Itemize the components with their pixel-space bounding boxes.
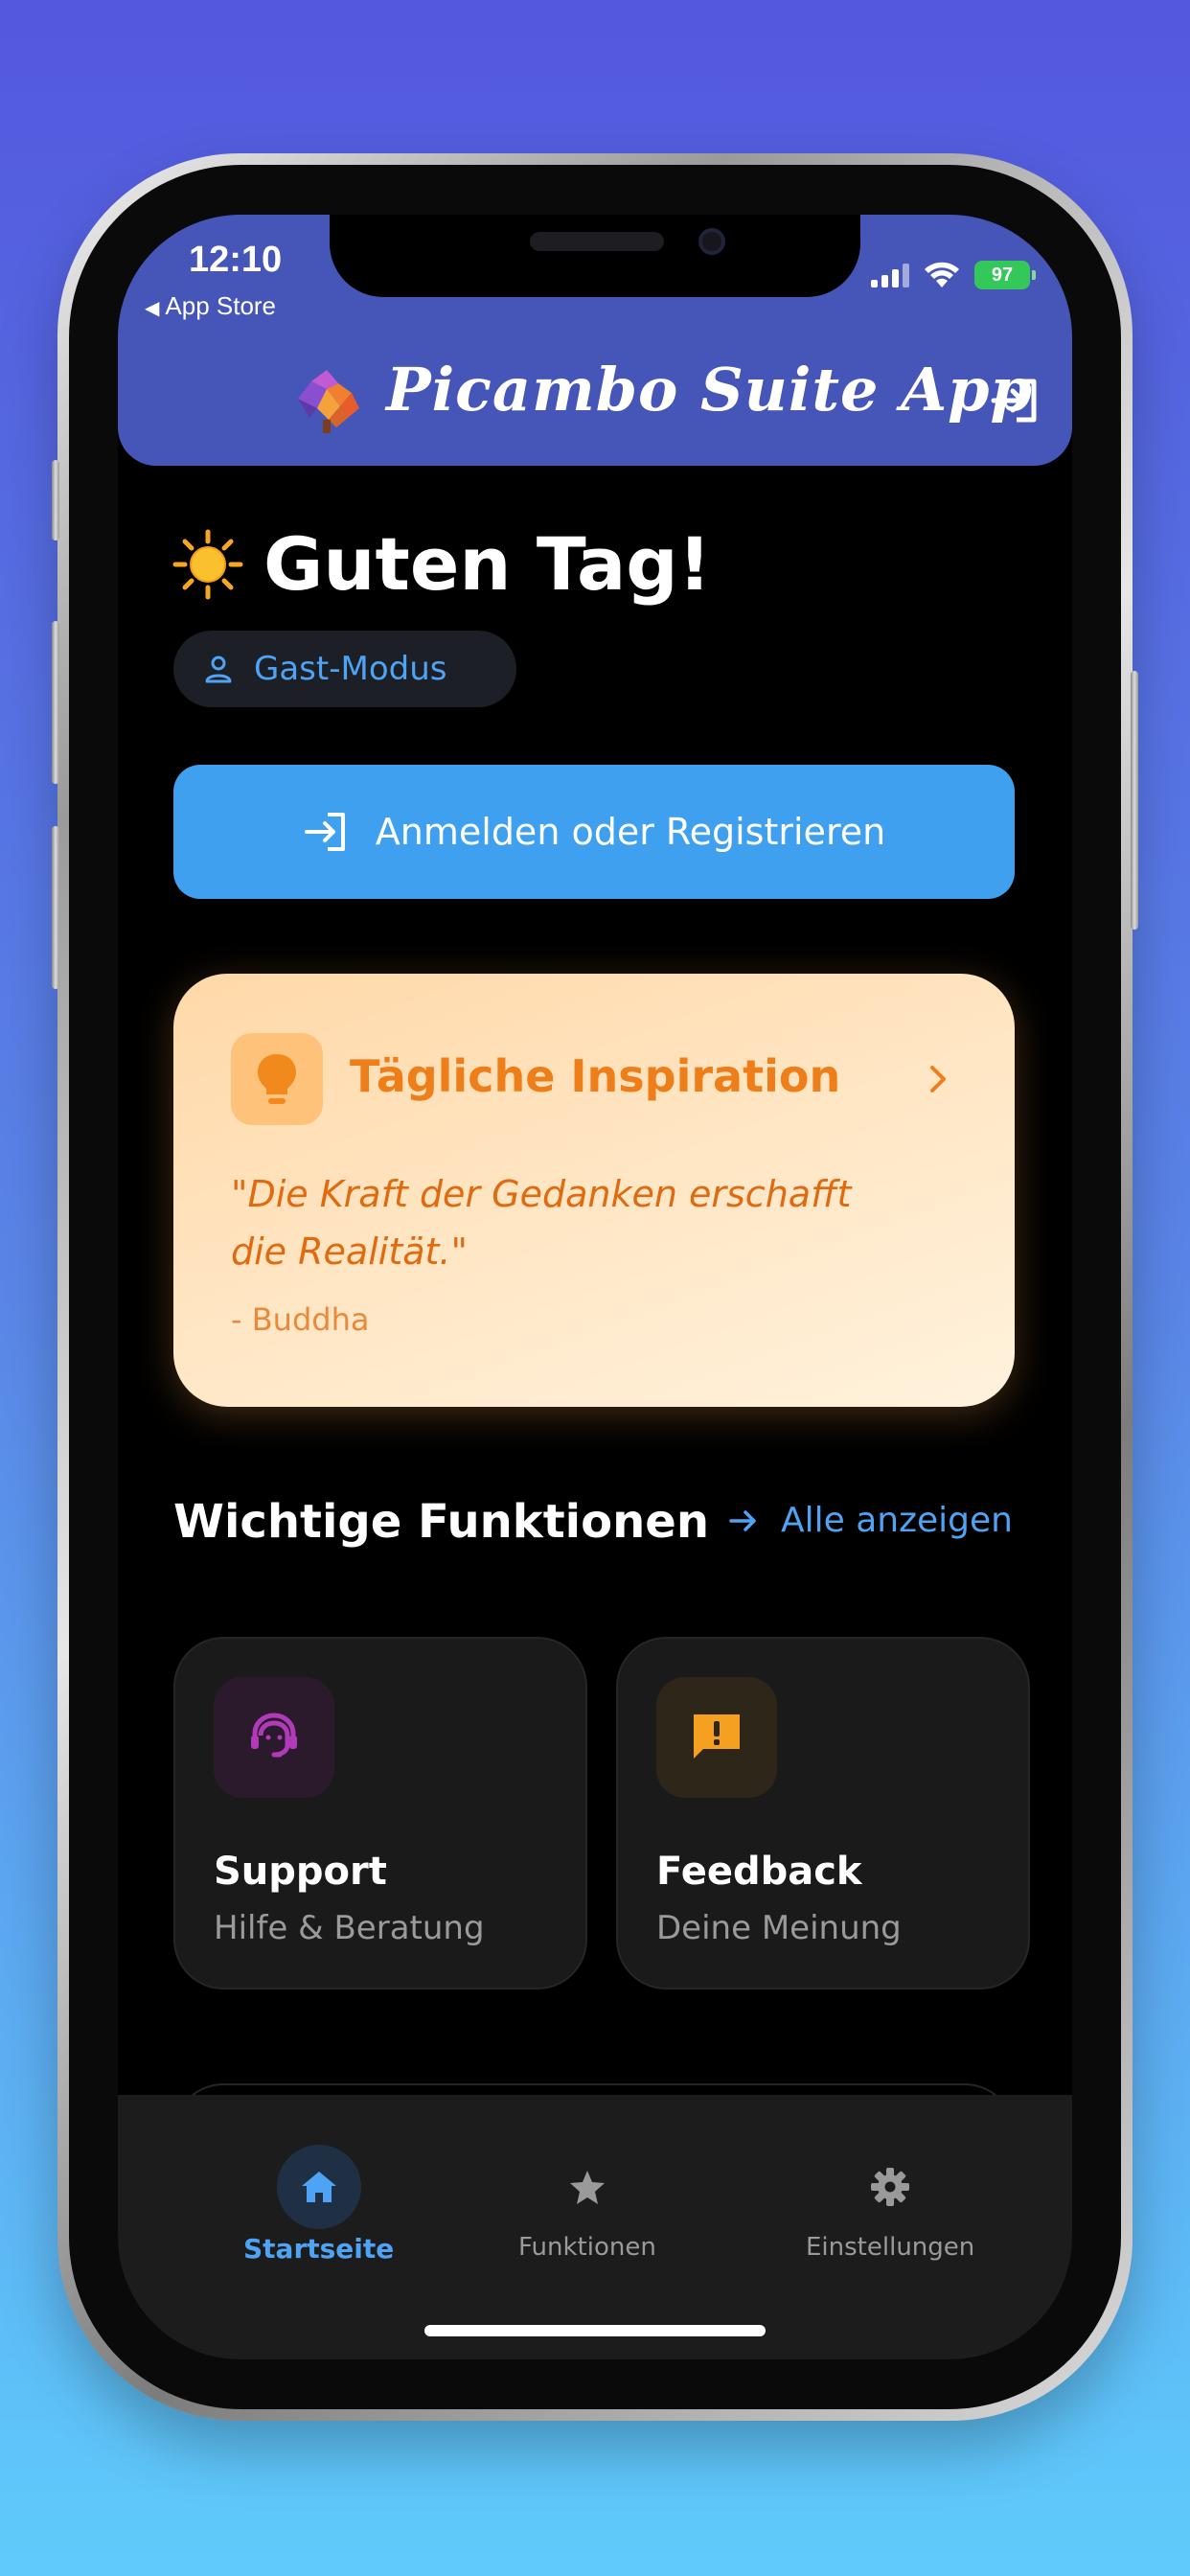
guest-mode-label: Gast-Modus: [254, 650, 447, 688]
card-title: Support: [214, 1850, 387, 1894]
sign-in-icon: [304, 813, 345, 851]
card-title: Feedback: [656, 1850, 862, 1894]
back-triangle-icon: ◀: [145, 298, 160, 319]
battery-icon: 97: [974, 261, 1036, 289]
see-all-link[interactable]: Alle anzeigen: [727, 1501, 1013, 1540]
back-to-app-store[interactable]: ◀ App Store: [145, 291, 276, 321]
chevron-right-icon[interactable]: [919, 1060, 957, 1098]
arrow-right-icon: [729, 1509, 756, 1531]
power-button: [1131, 671, 1138, 930]
volume-down-button: [52, 826, 59, 989]
wifi-icon: [925, 262, 959, 288]
feature-cards: Support Hilfe & Beratung Feedback Deine …: [173, 1637, 1072, 1991]
camera: [698, 228, 725, 255]
see-all-label: Alle anzeigen: [781, 1501, 1013, 1540]
person-icon: [205, 656, 232, 683]
status-time: 12:10: [189, 240, 283, 280]
sun-icon: [172, 529, 243, 599]
inspiration-title: Tägliche Inspiration: [350, 1050, 841, 1102]
inspiration-author: - Buddha: [231, 1301, 370, 1338]
bottom-tab-bar: Startseite Funktionen Einstellungen: [118, 2095, 1072, 2359]
tab-startseite[interactable]: Startseite: [243, 2145, 394, 2265]
feature-card-feedback[interactable]: Feedback Deine Meinung: [616, 1637, 1030, 1990]
signal-icon: [871, 263, 909, 288]
tab-label: Funktionen: [518, 2233, 656, 2262]
login-icon[interactable]: [988, 374, 1041, 427]
volume-up-button: [52, 621, 59, 784]
home-icon: [276, 2145, 361, 2229]
tab-funktionen[interactable]: Funktionen: [518, 2145, 656, 2262]
greeting: Guten Tag!: [172, 521, 711, 607]
home-indicator: [424, 2325, 766, 2336]
star-icon: [545, 2145, 629, 2229]
side-button: [52, 460, 59, 540]
card-subtitle: Hilfe & Beratung: [214, 1909, 485, 1947]
notch: [330, 215, 860, 297]
login-register-button[interactable]: Anmelden oder Registrieren: [173, 765, 1015, 899]
speaker: [530, 232, 664, 251]
feedback-icon: [656, 1677, 777, 1798]
greeting-title: Guten Tag!: [263, 521, 712, 607]
inspiration-quote: "Die Kraft der Gedanken erschafft die Re…: [231, 1173, 852, 1273]
tab-label: Startseite: [243, 2233, 395, 2265]
status-icons: 97: [871, 261, 1036, 289]
guest-mode-badge: Gast-Modus: [173, 631, 516, 707]
login-register-label: Anmelden oder Registrieren: [375, 811, 886, 853]
tab-label: Einstellungen: [806, 2233, 975, 2262]
feature-card-support[interactable]: Support Hilfe & Beratung: [173, 1637, 587, 1990]
back-label: App Store: [165, 291, 277, 320]
daily-inspiration-card[interactable]: Tägliche Inspiration "Die Kraft der Geda…: [173, 974, 1015, 1407]
app-header: 12:10 ◀ App Store 97 Picambo Suite App: [118, 215, 1072, 466]
tab-einstellungen[interactable]: Einstellungen: [806, 2145, 974, 2262]
app-screen: 12:10 ◀ App Store 97 Picambo Suite App G…: [118, 215, 1072, 2359]
card-subtitle: Deine Meinung: [656, 1909, 902, 1947]
brain-logo-icon: [298, 370, 359, 433]
gear-icon: [848, 2145, 932, 2229]
section-title: Wichtige Funktionen: [173, 1495, 709, 1549]
app-title: Picambo Suite App: [386, 355, 1033, 425]
support-agent-icon: [214, 1677, 334, 1798]
lightbulb-icon: [231, 1033, 323, 1125]
